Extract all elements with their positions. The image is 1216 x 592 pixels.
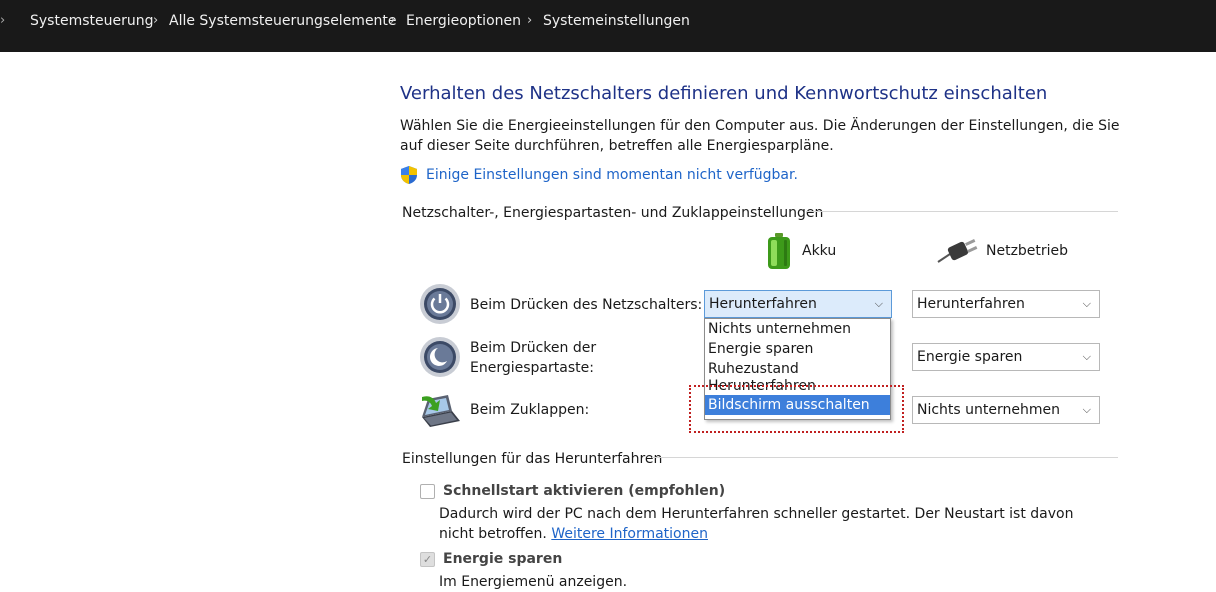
chevron-down-icon: ⌵ bbox=[1082, 403, 1091, 416]
uac-shield-icon bbox=[401, 166, 417, 184]
column-label-battery: Akku bbox=[802, 243, 837, 259]
chevron-down-icon: ⌵ bbox=[874, 297, 883, 310]
buttons-section-heading: Netzschalter-, Energiespartasten- und Zu… bbox=[402, 205, 824, 221]
more-info-link[interactable]: Weitere Informationen bbox=[551, 526, 708, 542]
chevron-right-icon[interactable]: › bbox=[390, 12, 395, 30]
dropdown-option[interactable]: Energie sparen bbox=[705, 339, 890, 359]
select-value: Herunterfahren bbox=[709, 296, 817, 312]
breadcrumb-item-energieoptionen[interactable]: Energieoptionen bbox=[406, 12, 521, 30]
chevron-down-icon: ⌵ bbox=[1082, 297, 1091, 310]
chevron-right-icon[interactable]: › bbox=[153, 12, 158, 30]
fast-startup-label: Schnellstart aktivieren (empfohlen) bbox=[443, 483, 726, 499]
fast-startup-description: Dadurch wird der PC nach dem Herunterfah… bbox=[439, 504, 1099, 544]
chevron-right-icon[interactable]: › bbox=[527, 12, 532, 30]
address-bar: › Systemsteuerung › Alle Systemsteuerung… bbox=[0, 0, 1216, 52]
laptop-lid-icon bbox=[422, 395, 460, 427]
sleep-button-plugged-select[interactable]: Energie sparen ⌵ bbox=[912, 343, 1100, 371]
sleep-row[interactable]: ✓ Energie sparen bbox=[420, 551, 562, 567]
power-button-icon bbox=[420, 284, 460, 324]
breadcrumb-item-systemsteuerung[interactable]: Systemsteuerung bbox=[30, 12, 153, 30]
chevron-down-icon: ⌵ bbox=[1082, 350, 1091, 363]
navigation-pane bbox=[0, 52, 380, 579]
power-button-label: Beim Drücken des Netzschalters: bbox=[470, 297, 703, 313]
fast-startup-checkbox[interactable] bbox=[420, 483, 435, 499]
select-value: Nichts unternehmen bbox=[917, 402, 1061, 418]
page-title: Verhalten des Netzschalters definieren u… bbox=[400, 83, 1048, 104]
fast-startup-row[interactable]: Schnellstart aktivieren (empfohlen) bbox=[420, 483, 725, 499]
sleep-button-icon bbox=[420, 337, 460, 377]
section-divider bbox=[806, 211, 1118, 212]
lid-close-label: Beim Zuklappen: bbox=[470, 402, 590, 418]
power-plug-icon bbox=[937, 238, 978, 263]
column-head-plugged-in: Netzbetrieb bbox=[936, 238, 1068, 264]
shutdown-section-heading: Einstellungen für das Herunterfahren bbox=[402, 451, 663, 467]
dropdown-option[interactable]: Nichts unternehmen bbox=[705, 319, 890, 339]
lid-close-plugged-select[interactable]: Nichts unternehmen ⌵ bbox=[912, 396, 1100, 424]
power-button-plugged-select[interactable]: Herunterfahren ⌵ bbox=[912, 290, 1100, 318]
sleep-label: Energie sparen bbox=[443, 551, 563, 567]
sleep-button-label: Beim Drücken der Energiespartaste: bbox=[470, 340, 597, 376]
column-head-battery: Akku bbox=[764, 232, 836, 270]
power-button-battery-select[interactable]: Herunterfahren ⌵ bbox=[704, 290, 892, 318]
fast-startup-description-text: Dadurch wird der PC nach dem Herunterfah… bbox=[439, 506, 1074, 542]
admin-settings-link[interactable]: Einige Einstellungen sind momentan nicht… bbox=[400, 164, 798, 186]
breadcrumb-item-systemeinstellungen[interactable]: Systemeinstellungen bbox=[543, 12, 690, 30]
sleep-checkbox[interactable]: ✓ bbox=[420, 551, 435, 567]
chevron-right-icon: › bbox=[0, 13, 6, 28]
select-value: Energie sparen bbox=[917, 349, 1023, 365]
section-divider bbox=[652, 457, 1118, 458]
breadcrumb-item-alle-elemente[interactable]: Alle Systemsteuerungselemente bbox=[169, 12, 397, 30]
select-value: Herunterfahren bbox=[917, 296, 1025, 312]
battery-icon bbox=[768, 233, 790, 269]
annotation-highlight-box bbox=[689, 385, 904, 433]
admin-settings-link-text[interactable]: Einige Einstellungen sind momentan nicht… bbox=[426, 167, 798, 183]
dropdown-option[interactable]: Ruhezustand bbox=[705, 359, 890, 379]
page-description: Wählen Sie die Energieeinstellungen für … bbox=[400, 118, 1120, 154]
column-label-plugged-in: Netzbetrieb bbox=[986, 243, 1069, 259]
sleep-description: Im Energiemenü anzeigen. bbox=[439, 574, 628, 590]
